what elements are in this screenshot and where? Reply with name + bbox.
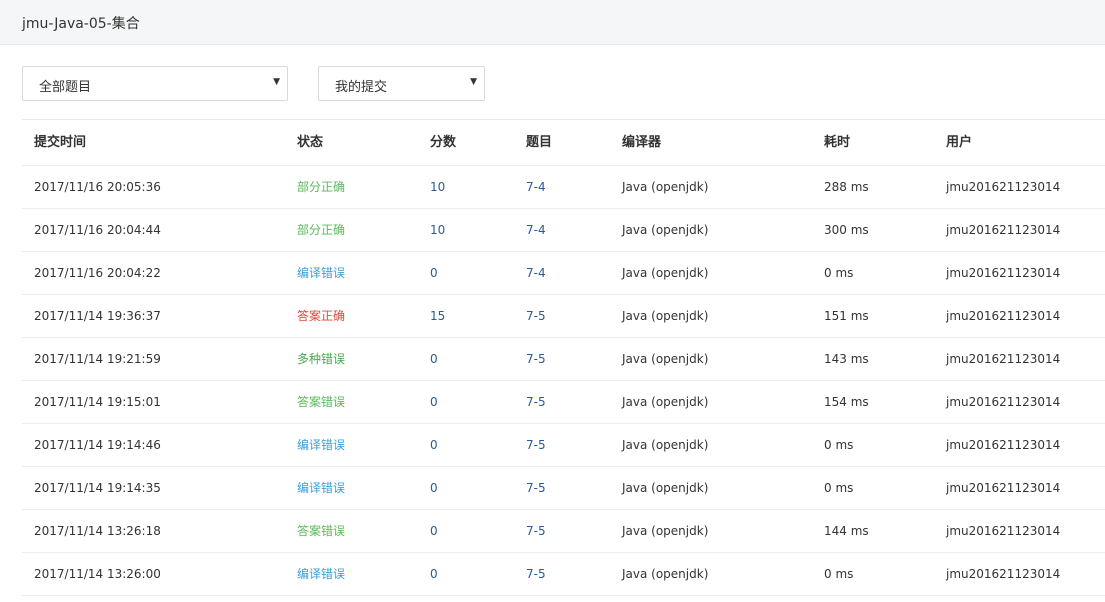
submission-user-cell: jmu201621123014 — [946, 438, 1061, 452]
submission-elapsed-cell: 0 ms — [824, 438, 854, 452]
column-header-user[interactable]: 用户 — [946, 120, 972, 165]
submission-user-cell: jmu201621123014 — [946, 266, 1061, 280]
caret-down-icon: ▼ — [470, 77, 477, 87]
table-row: 2017/11/14 13:26:18 答案错误 0 7-5 Java (openjdk… — [22, 510, 1105, 553]
submission-problem-link[interactable]: 7-5 — [526, 338, 546, 381]
submission-status-link[interactable]: 答案错误 — [297, 381, 345, 424]
submission-problem-link[interactable]: 7-4 — [526, 252, 546, 295]
submission-status-link[interactable]: 部分正确 — [297, 209, 345, 252]
submission-problem-link[interactable]: 7-5 — [526, 510, 546, 553]
submission-elapsed-cell: 0 ms — [824, 567, 854, 581]
submission-user-cell: jmu201621123014 — [946, 395, 1061, 409]
submission-status-link[interactable]: 编译错误 — [297, 467, 345, 510]
submission-user-cell: jmu201621123014 — [946, 223, 1061, 237]
submission-elapsed-cell: 144 ms — [824, 524, 869, 538]
submission-elapsed-cell: 151 ms — [824, 309, 869, 323]
table-row: 2017/11/14 19:14:35 编译错误 0 7-5 Java (openjdk… — [22, 467, 1105, 510]
submission-score-link[interactable]: 15 — [430, 295, 445, 338]
submission-status-link[interactable]: 编译错误 — [297, 553, 345, 596]
caret-down-icon: ▼ — [273, 77, 280, 87]
problem-filter-select[interactable]: 全部题目 ▼ — [22, 66, 288, 101]
submission-status-link[interactable]: 多种错误 — [297, 338, 345, 381]
submission-user-cell: jmu201621123014 — [946, 567, 1061, 581]
submission-elapsed-cell: 0 ms — [824, 266, 854, 280]
table-row: 2017/11/16 20:05:36 部分正确 10 7-4 Java (openjd… — [22, 166, 1105, 209]
submission-score-link[interactable]: 10 — [430, 166, 445, 209]
submission-user-cell: jmu201621123014 — [946, 309, 1061, 323]
submission-score-link[interactable]: 0 — [430, 467, 438, 510]
table-header-row: 提交时间 状态 分数 题目 编译器 耗时 用户 — [22, 120, 1105, 166]
submission-score-link[interactable]: 10 — [430, 209, 445, 252]
submission-time-cell: 2017/11/16 20:04:22 — [34, 266, 161, 280]
column-header-score[interactable]: 分数 — [430, 120, 456, 165]
submission-problem-link[interactable]: 7-5 — [526, 467, 546, 510]
submission-time-cell: 2017/11/16 20:04:44 — [34, 223, 161, 237]
table-row: 2017/11/14 19:15:01 答案错误 0 7-5 Java (openjdk… — [22, 381, 1105, 424]
submission-score-link[interactable]: 0 — [430, 553, 438, 596]
table-body: 2017/11/16 20:05:36 部分正确 10 7-4 Java (openjd… — [22, 166, 1105, 596]
column-header-status[interactable]: 状态 — [297, 120, 323, 165]
submission-status-link[interactable]: 部分正确 — [297, 166, 345, 209]
submission-problem-link[interactable]: 7-5 — [526, 424, 546, 467]
submission-elapsed-cell: 154 ms — [824, 395, 869, 409]
submission-score-link[interactable]: 0 — [430, 338, 438, 381]
submission-time-cell: 2017/11/14 19:36:37 — [34, 309, 161, 323]
submission-elapsed-cell: 0 ms — [824, 481, 854, 495]
column-header-problem[interactable]: 题目 — [526, 120, 552, 165]
table-row: 2017/11/16 20:04:44 部分正确 10 7-4 Java (openjd… — [22, 209, 1105, 252]
submitter-filter-value: 我的提交 — [335, 80, 388, 95]
submission-compiler-cell: Java (openjdk) — [622, 395, 709, 409]
submission-compiler-cell: Java (openjdk) — [622, 567, 709, 581]
submission-compiler-cell: Java (openjdk) — [622, 223, 709, 237]
submission-time-cell: 2017/11/16 20:05:36 — [34, 180, 161, 194]
submitter-filter-select[interactable]: 我的提交 ▼ — [318, 66, 485, 101]
table-row: 2017/11/16 20:04:22 编译错误 0 7-4 Java (openjdk… — [22, 252, 1105, 295]
table-row: 2017/11/14 13:26:00 编译错误 0 7-5 Java (openjdk… — [22, 553, 1105, 596]
table-row: 2017/11/14 19:36:37 答案正确 15 7-5 Java (openjd… — [22, 295, 1105, 338]
submission-score-link[interactable]: 0 — [430, 424, 438, 467]
submission-user-cell: jmu201621123014 — [946, 180, 1061, 194]
submission-time-cell: 2017/11/14 13:26:00 — [34, 567, 161, 581]
column-header-elapsed[interactable]: 耗时 — [824, 120, 850, 165]
submission-problem-link[interactable]: 7-5 — [526, 295, 546, 338]
submission-elapsed-cell: 143 ms — [824, 352, 869, 366]
submission-compiler-cell: Java (openjdk) — [622, 309, 709, 323]
submission-time-cell: 2017/11/14 19:21:59 — [34, 352, 161, 366]
submission-problem-link[interactable]: 7-4 — [526, 209, 546, 252]
submission-problem-link[interactable]: 7-5 — [526, 381, 546, 424]
submission-status-link[interactable]: 编译错误 — [297, 424, 345, 467]
column-header-time[interactable]: 提交时间 — [34, 120, 86, 165]
problem-filter-value: 全部题目 — [39, 80, 92, 95]
submission-status-link[interactable]: 答案错误 — [297, 510, 345, 553]
submission-score-link[interactable]: 0 — [430, 381, 438, 424]
submission-status-link[interactable]: 答案正确 — [297, 295, 345, 338]
submission-time-cell: 2017/11/14 13:26:18 — [34, 524, 161, 538]
submissions-table: 提交时间 状态 分数 题目 编译器 耗时 用户 2017/11/16 20:05… — [22, 119, 1105, 596]
submission-compiler-cell: Java (openjdk) — [622, 180, 709, 194]
page-header: jmu-Java-05-集合 — [0, 0, 1105, 45]
submission-user-cell: jmu201621123014 — [946, 352, 1061, 366]
submission-elapsed-cell: 288 ms — [824, 180, 869, 194]
submission-user-cell: jmu201621123014 — [946, 524, 1061, 538]
submission-compiler-cell: Java (openjdk) — [622, 266, 709, 280]
submission-score-link[interactable]: 0 — [430, 510, 438, 553]
submission-time-cell: 2017/11/14 19:14:46 — [34, 438, 161, 452]
submission-time-cell: 2017/11/14 19:15:01 — [34, 395, 161, 409]
page-title: jmu-Java-05-集合 — [22, 16, 140, 32]
submission-compiler-cell: Java (openjdk) — [622, 481, 709, 495]
submission-elapsed-cell: 300 ms — [824, 223, 869, 237]
submission-status-link[interactable]: 编译错误 — [297, 252, 345, 295]
submission-user-cell: jmu201621123014 — [946, 481, 1061, 495]
submission-time-cell: 2017/11/14 19:14:35 — [34, 481, 161, 495]
table-row: 2017/11/14 19:14:46 编译错误 0 7-5 Java (openjdk… — [22, 424, 1105, 467]
submission-score-link[interactable]: 0 — [430, 252, 438, 295]
submission-compiler-cell: Java (openjdk) — [622, 524, 709, 538]
submission-problem-link[interactable]: 7-4 — [526, 166, 546, 209]
submission-compiler-cell: Java (openjdk) — [622, 352, 709, 366]
table-row: 2017/11/14 19:21:59 多种错误 0 7-5 Java (openjdk… — [22, 338, 1105, 381]
column-header-compiler[interactable]: 编译器 — [622, 120, 661, 165]
submission-compiler-cell: Java (openjdk) — [622, 438, 709, 452]
submission-problem-link[interactable]: 7-5 — [526, 553, 546, 596]
